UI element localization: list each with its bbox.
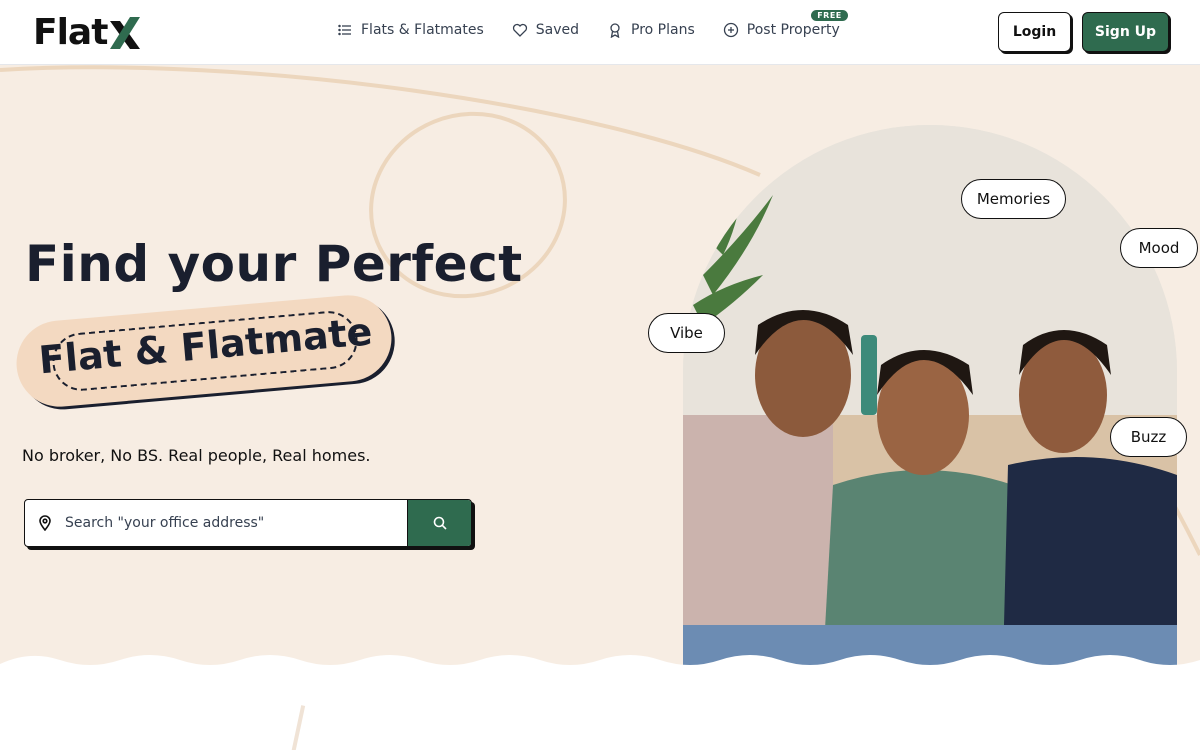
nav-item-flats[interactable]: Flats & Flatmates (337, 22, 484, 38)
logo-text: Flat (33, 12, 108, 53)
hero-tagline: No broker, No BS. Real people, Real home… (22, 446, 371, 465)
nav-item-label: Post Property (746, 22, 840, 38)
wave-divider (0, 655, 1200, 680)
logo[interactable]: Flat (33, 12, 142, 53)
nav-item-saved[interactable]: Saved (512, 22, 579, 38)
map-pin-icon (25, 500, 65, 546)
decorative-line (290, 705, 306, 750)
nav-item-pro-plans[interactable]: Pro Plans (607, 22, 695, 38)
search-input[interactable] (65, 500, 407, 546)
free-badge: FREE (811, 10, 848, 21)
hero-photo (683, 125, 1177, 665)
search-bar (24, 499, 472, 547)
hero-headline: Find your Perfect (25, 235, 523, 293)
main-nav: Flats & Flatmates Saved Pro Plans Post P… (337, 10, 848, 38)
nav-item-label: Flats & Flatmates (361, 22, 484, 38)
nav-item-label: Saved (535, 22, 580, 38)
list-icon (338, 24, 351, 36)
logo-x-mark (108, 13, 142, 53)
chip-vibe: Vibe (648, 313, 725, 353)
award-icon (610, 23, 620, 38)
plus-circle-icon (723, 22, 738, 38)
hero-section: Find your Perfect Flat & Flatmate No bro… (0, 65, 1200, 665)
chip-buzz: Buzz (1110, 417, 1187, 457)
login-button[interactable]: Login (998, 12, 1071, 52)
search-icon (433, 516, 447, 530)
nav-item-post-property[interactable]: Post Property FREE (723, 10, 848, 38)
site-header: Flat Flats & Flatmates Saved Pro Plans P… (0, 0, 1200, 65)
nav-item-label: Pro Plans (631, 22, 695, 38)
search-button[interactable] (407, 500, 471, 546)
chip-mood: Mood (1120, 228, 1198, 268)
signup-button[interactable]: Sign Up (1082, 12, 1169, 52)
chip-memories: Memories (961, 179, 1066, 219)
heart-icon (512, 23, 527, 37)
